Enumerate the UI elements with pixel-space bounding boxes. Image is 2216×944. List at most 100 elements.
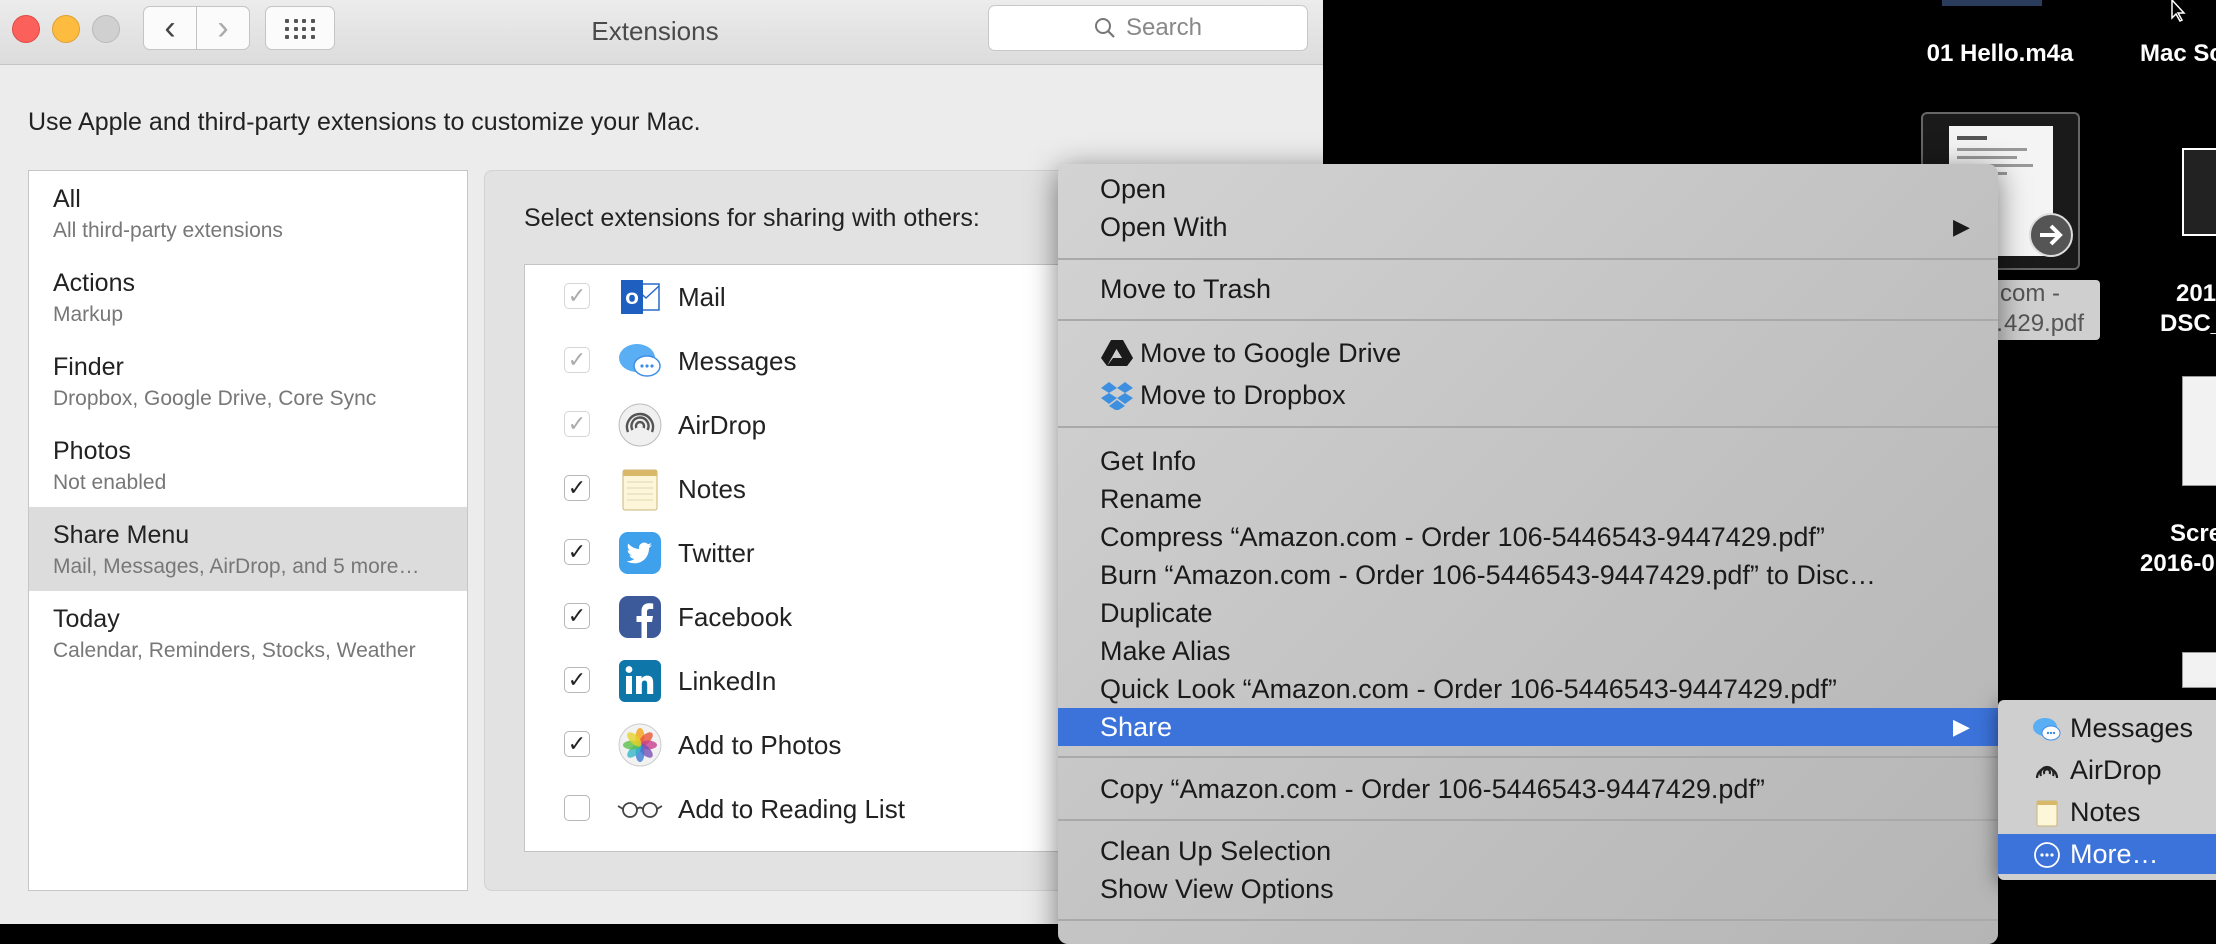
extension-label: AirDrop bbox=[678, 410, 767, 440]
menu-separator bbox=[1058, 258, 1998, 260]
menu-item-duplicate[interactable]: Duplicate bbox=[1058, 594, 1998, 632]
extension-checkbox-messages[interactable]: ✓ bbox=[564, 347, 590, 373]
svg-text:O: O bbox=[625, 289, 639, 308]
more-icon bbox=[2034, 842, 2060, 868]
submenu-item-more[interactable]: More… bbox=[1998, 834, 2216, 874]
category-subtitle: Dropbox, Google Drive, Core Sync bbox=[53, 387, 377, 410]
extension-checkbox-notes[interactable]: ✓ bbox=[564, 475, 590, 501]
menu-item-label: Open With bbox=[1100, 212, 1228, 242]
arrow-right-circle-icon bbox=[2029, 213, 2073, 257]
menu-item-quick-look[interactable]: Quick Look “Amazon.com - Order 106-54465… bbox=[1058, 670, 1998, 708]
file-thumbnail[interactable] bbox=[2182, 148, 2216, 236]
selected-file-label-line2[interactable]: …429.pdf bbox=[1980, 310, 2100, 338]
selected-file-label-line1[interactable]: n.com - bbox=[1980, 280, 2100, 308]
submenu-item-notes[interactable]: Notes bbox=[1998, 792, 2216, 832]
title-bar: ‹ › Extensions Search bbox=[0, 0, 1323, 65]
menu-item-label: Move to Google Drive bbox=[1140, 338, 1402, 368]
cursor-icon bbox=[2171, 0, 2186, 22]
menu-item-clean-up-selection[interactable]: Clean Up Selection bbox=[1058, 832, 1998, 870]
extension-label: LinkedIn bbox=[678, 666, 777, 696]
menu-item-move-to-dropbox[interactable]: Move to Dropbox bbox=[1058, 376, 1998, 414]
photos-icon bbox=[618, 723, 662, 767]
category-subtitle: Mail, Messages, AirDrop, and 5 more… bbox=[53, 555, 420, 578]
menu-item-label: Move to Dropbox bbox=[1140, 380, 1346, 410]
extensions-heading: Select extensions for sharing with other… bbox=[524, 204, 980, 232]
submenu-arrow-icon: ▶ bbox=[1953, 214, 1970, 239]
submenu-item-messages[interactable]: Messages bbox=[1998, 708, 2216, 748]
extension-label: Mail bbox=[678, 282, 726, 312]
category-subtitle: Not enabled bbox=[53, 471, 167, 494]
extension-checkbox-facebook[interactable]: ✓ bbox=[564, 603, 590, 629]
category-title: Today bbox=[53, 605, 120, 633]
menu-item-show-view-options[interactable]: Show View Options bbox=[1058, 870, 1998, 908]
file-thumbnail[interactable] bbox=[2182, 376, 2216, 486]
submenu-item-airdrop[interactable]: AirDrop bbox=[1998, 750, 2216, 790]
search-field[interactable]: Search bbox=[988, 5, 1308, 51]
notes-icon bbox=[622, 469, 658, 511]
menu-item-share[interactable]: Share ▶ bbox=[1058, 708, 1998, 746]
category-all[interactable]: All All third-party extensions bbox=[29, 171, 467, 255]
submenu-item-label: Notes bbox=[2070, 797, 2141, 827]
search-icon bbox=[1094, 18, 1115, 38]
menu-item-open-with[interactable]: Open With ▶ bbox=[1058, 208, 1998, 246]
extension-checkbox-linkedin[interactable]: ✓ bbox=[564, 667, 590, 693]
menu-item-copy[interactable]: Copy “Amazon.com - Order 106-5446543-944… bbox=[1058, 770, 1998, 808]
glasses-icon bbox=[617, 802, 663, 818]
extension-checkbox-mail[interactable]: ✓ bbox=[564, 283, 590, 309]
menu-item-make-alias[interactable]: Make Alias bbox=[1058, 632, 1998, 670]
category-title: Share Menu bbox=[53, 521, 190, 549]
file-thumbnail[interactable] bbox=[1942, 0, 2042, 6]
category-title: All bbox=[53, 185, 81, 213]
desktop-file-label[interactable]: Mac Sc bbox=[2140, 40, 2216, 68]
category-title: Finder bbox=[53, 353, 124, 381]
desktop-file-label[interactable]: 2016-0 bbox=[2140, 550, 2216, 578]
facebook-icon bbox=[619, 596, 661, 638]
airdrop-icon bbox=[618, 403, 662, 447]
desktop-file-label[interactable]: 201 bbox=[2176, 280, 2216, 308]
messages-icon bbox=[619, 344, 661, 377]
category-title: Actions bbox=[53, 269, 135, 297]
menu-separator bbox=[1058, 426, 1998, 428]
category-subtitle: All third-party extensions bbox=[53, 219, 283, 242]
extension-label: Twitter bbox=[678, 538, 755, 568]
menu-item-compress[interactable]: Compress “Amazon.com - Order 106-5446543… bbox=[1058, 518, 1998, 556]
search-placeholder: Search bbox=[1125, 14, 1203, 41]
notes-icon bbox=[2036, 800, 2058, 827]
menu-item-get-info[interactable]: Get Info bbox=[1058, 442, 1998, 480]
messages-icon bbox=[2033, 718, 2061, 741]
extension-label: Notes bbox=[678, 474, 746, 504]
category-actions[interactable]: Actions Markup bbox=[29, 255, 467, 339]
desktop-file-label[interactable]: DSC_ bbox=[2160, 310, 2216, 338]
menu-item-rename[interactable]: Rename bbox=[1058, 480, 1998, 518]
extension-checkbox-twitter[interactable]: ✓ bbox=[564, 539, 590, 565]
twitter-icon bbox=[619, 532, 661, 574]
extension-label: Add to Photos bbox=[678, 730, 842, 760]
menu-separator bbox=[1058, 819, 1998, 821]
extension-checkbox-add-to-photos[interactable]: ✓ bbox=[564, 731, 590, 757]
category-photos[interactable]: Photos Not enabled bbox=[29, 423, 467, 507]
extension-label: Messages bbox=[678, 346, 797, 376]
extension-label: Add to Reading List bbox=[678, 794, 905, 824]
extension-checkbox-add-to-reading-list[interactable] bbox=[564, 795, 590, 821]
menu-item-burn[interactable]: Burn “Amazon.com - Order 106-5446543-944… bbox=[1058, 556, 1998, 594]
category-today[interactable]: Today Calendar, Reminders, Stocks, Weath… bbox=[29, 591, 467, 675]
category-share-menu[interactable]: Share Menu Mail, Messages, AirDrop, and … bbox=[29, 507, 467, 591]
google-drive-icon bbox=[1101, 339, 1133, 366]
category-subtitle: Markup bbox=[53, 303, 124, 326]
extension-checkbox-airdrop[interactable]: ✓ bbox=[564, 411, 590, 437]
desktop-file-label[interactable]: Scre bbox=[2170, 520, 2216, 548]
menu-item-move-to-google-drive[interactable]: Move to Google Drive bbox=[1058, 334, 1998, 372]
category-subtitle: Calendar, Reminders, Stocks, Weather bbox=[53, 639, 416, 662]
intro-text: Use Apple and third-party extensions to … bbox=[28, 108, 701, 136]
dropbox-icon bbox=[1101, 381, 1133, 410]
menu-item-open[interactable]: Open bbox=[1058, 170, 1998, 208]
menu-separator bbox=[1058, 919, 1998, 921]
submenu-item-label: Messages bbox=[2070, 713, 2194, 743]
extension-label: Facebook bbox=[678, 602, 793, 632]
menu-separator bbox=[1058, 756, 1998, 758]
menu-item-move-to-trash[interactable]: Move to Trash bbox=[1058, 270, 1998, 308]
file-thumbnail[interactable] bbox=[2182, 652, 2216, 688]
category-finder[interactable]: Finder Dropbox, Google Drive, Core Sync bbox=[29, 339, 467, 423]
menu-separator bbox=[1058, 319, 1998, 321]
desktop-file-label[interactable]: 01 Hello.m4a bbox=[1900, 40, 2100, 68]
